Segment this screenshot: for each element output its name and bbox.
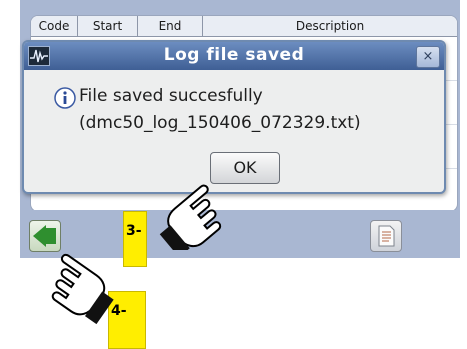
info-icon [54,87,76,109]
dialog-titlebar: Log file saved × [24,42,444,70]
column-header-start: Start [78,16,138,36]
document-button[interactable] [370,220,402,252]
pointing-hand-icon [159,184,222,250]
step-3-label: 3- [126,223,142,239]
log-saved-dialog: Log file saved × File saved succesfully … [22,40,446,194]
close-button[interactable]: × [416,46,440,68]
step-3-tag: 3- [123,211,147,267]
table-header: Code Start End Description [31,16,457,37]
column-header-description: Description [295,19,365,33]
dialog-title: Log file saved [163,45,305,65]
column-header-end: End [138,16,203,36]
dialog-message-line1: File saved succesfully [79,86,263,106]
pointing-hand-icon [51,253,114,325]
column-header-code: Code [31,16,78,36]
document-icon [378,225,395,247]
dialog-message-line2: (dmc50_log_150406_072329.txt) [79,113,361,133]
